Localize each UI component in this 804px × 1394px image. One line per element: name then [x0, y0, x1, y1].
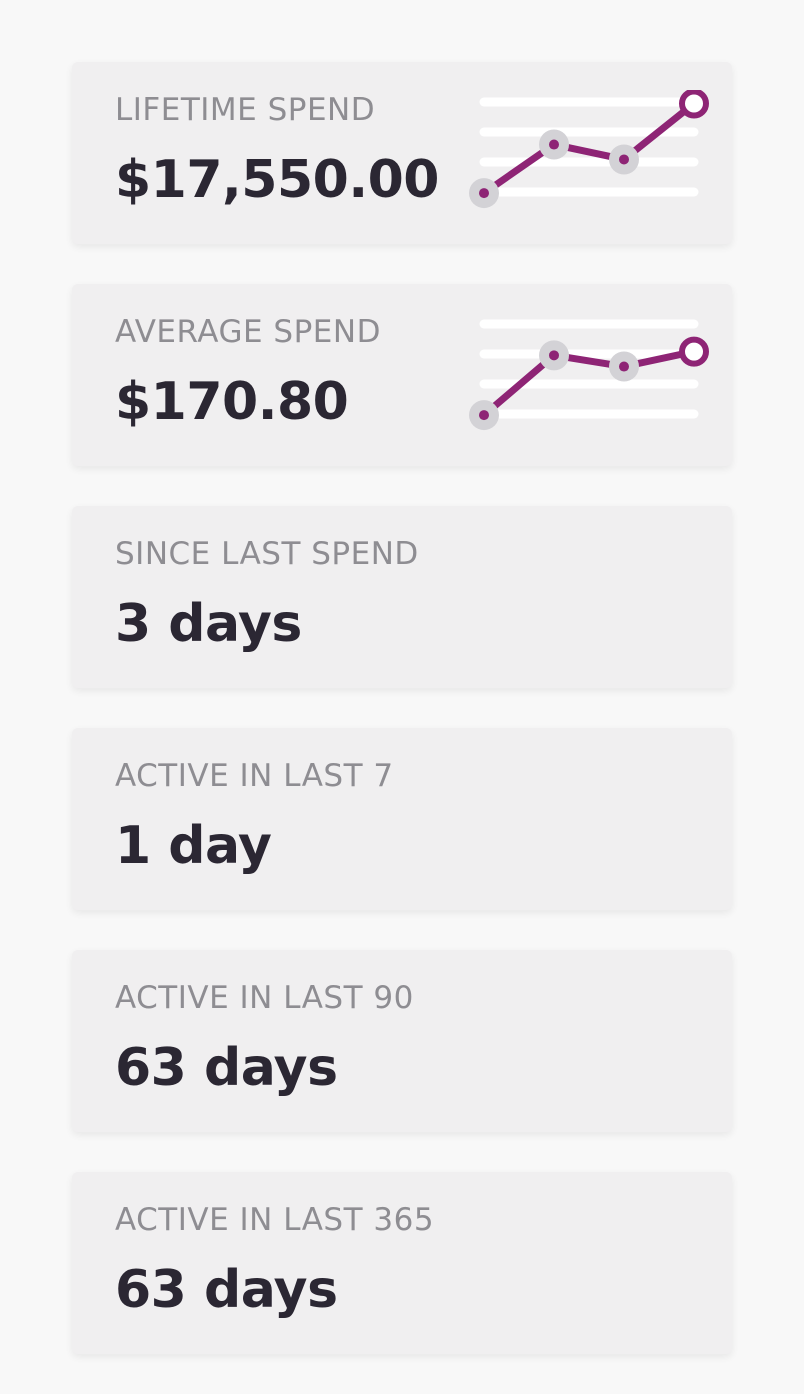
- sparkline-point: [549, 350, 559, 361]
- sparkline-line: [480, 99, 698, 197]
- active-last-90-card[interactable]: ACTIVE IN LAST 90 63 days: [72, 950, 732, 1132]
- active-last-365-card[interactable]: ACTIVE IN LAST 365 63 days: [72, 1172, 732, 1354]
- card-value: 63 days: [115, 1260, 338, 1320]
- card-value: 1 day: [115, 816, 272, 876]
- card-label: AVERAGE SPEND: [115, 314, 381, 350]
- sparkline-endpoint: [679, 336, 709, 367]
- sparkline-point: [479, 188, 489, 199]
- card-label: ACTIVE IN LAST 90: [115, 980, 414, 1016]
- card-value: $170.80: [115, 372, 349, 432]
- sparkline-point: [619, 154, 629, 165]
- since-last-spend-card[interactable]: SINCE LAST SPEND 3 days: [72, 506, 732, 688]
- card-label: SINCE LAST SPEND: [115, 536, 419, 572]
- sparkline-endpoint: [679, 90, 709, 119]
- lifetime-spend-card[interactable]: LIFETIME SPEND $17,550.00: [72, 62, 732, 244]
- card-label: LIFETIME SPEND: [115, 92, 376, 128]
- active-last-7-card[interactable]: ACTIVE IN LAST 7 1 day: [72, 728, 732, 910]
- average-spend-sparkline: [469, 319, 709, 431]
- card-value: 3 days: [115, 594, 302, 654]
- card-value: 63 days: [115, 1038, 338, 1098]
- sparkline-point: [619, 361, 629, 372]
- card-label: ACTIVE IN LAST 365: [115, 1202, 435, 1238]
- sparkline-point: [479, 410, 489, 421]
- card-value: $17,550.00: [115, 150, 439, 210]
- card-label: ACTIVE IN LAST 7: [115, 758, 394, 794]
- average-spend-card[interactable]: AVERAGE SPEND $170.80: [72, 284, 732, 466]
- lifetime-spend-sparkline: [469, 90, 709, 209]
- stats-list: LIFETIME SPEND $17,550.00 AVERAGE SPEND …: [72, 62, 732, 1394]
- sparkline-point: [549, 139, 559, 150]
